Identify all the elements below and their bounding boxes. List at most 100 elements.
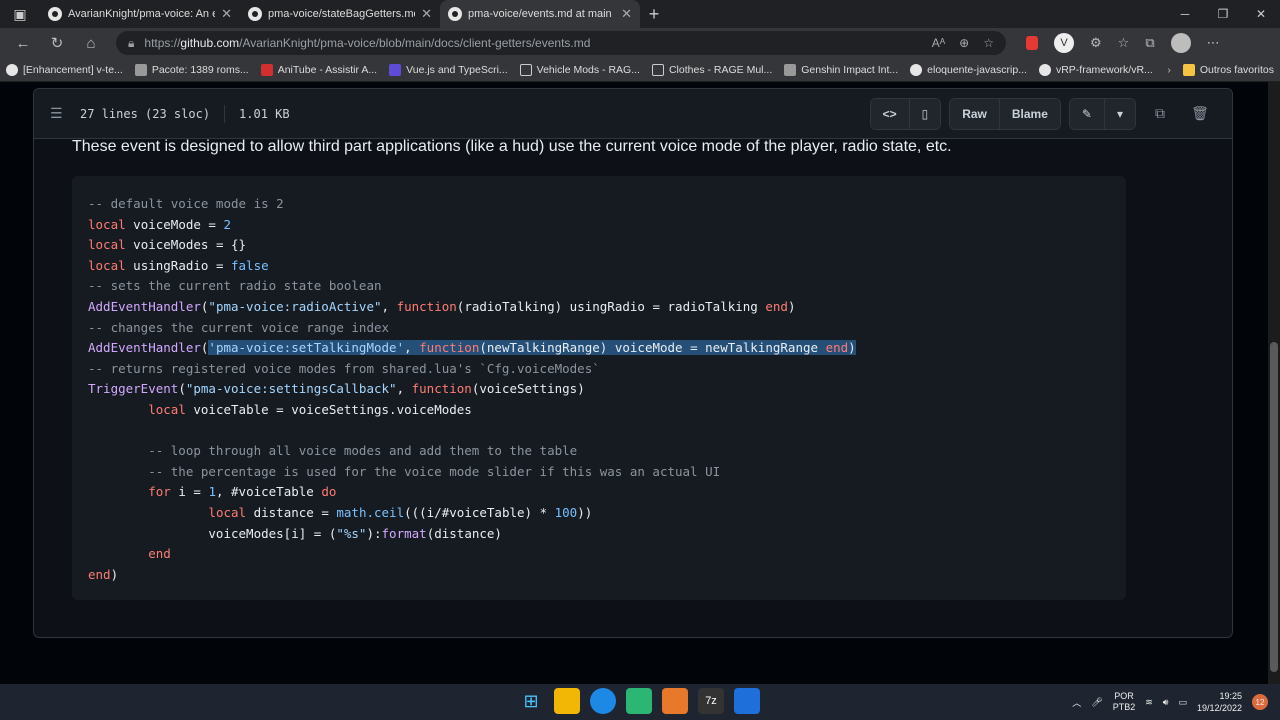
code-token: ))	[577, 504, 593, 520]
browser-tab-2[interactable]: pma-voice/stateBagGetters.md a ✕	[240, 0, 440, 28]
language-indicator[interactable]: POR PTB2	[1113, 691, 1136, 713]
profile-avatar[interactable]	[1170, 33, 1191, 53]
extension-v-icon[interactable]: V	[1054, 33, 1074, 53]
tab-actions-icon[interactable]: ▣	[0, 0, 40, 28]
code-line: for i = 1, #voiceTable do	[88, 482, 1110, 503]
code-line: end)	[88, 565, 1110, 586]
pencil-icon[interactable]: ✎	[1069, 98, 1104, 129]
close-tab-icon[interactable]: ✕	[621, 6, 632, 22]
code-token: usingRadio =	[125, 257, 231, 273]
description-text: These event is designed to allow third p…	[72, 138, 952, 155]
browser-tab-1[interactable]: AvarianKnight/pma-voice: An ea ✕	[40, 0, 240, 28]
page-icon	[651, 63, 664, 76]
code-line: -- sets the current radio state boolean	[88, 276, 1110, 297]
battery-icon[interactable]: ▭	[1178, 697, 1187, 708]
code-block[interactable]: -- default voice mode is 2 local voiceMod…	[72, 176, 1126, 600]
read-aloud-icon[interactable]: Aᴬ	[932, 36, 945, 50]
bookmark-item[interactable]: Vehicle Mods - RAG...	[519, 63, 640, 76]
chevron-down-icon[interactable]: ▾	[1103, 98, 1135, 129]
maximize-icon[interactable]: ❐	[1204, 0, 1242, 28]
code-token: end	[148, 546, 171, 562]
home-icon[interactable]: ⌂	[76, 30, 106, 56]
code-line: local voiceModes = {}	[88, 235, 1110, 256]
clock[interactable]: 19:25 19/12/2022	[1197, 690, 1242, 714]
raw-button[interactable]: Raw	[950, 98, 999, 129]
bookmark-item[interactable]: eloquente-javascrip...	[910, 63, 1027, 76]
file-lines-info: 27 lines (23 sloc)	[80, 106, 211, 121]
back-icon[interactable]: ←	[8, 30, 38, 56]
code-line: -- the percentage is used for the voice …	[88, 462, 1110, 483]
raw-blame-group: Raw Blame	[949, 97, 1061, 130]
vscode-icon[interactable]	[734, 688, 760, 714]
more-menu-icon[interactable]: ⋯	[1207, 35, 1220, 51]
code-token: voiceModes[i] = (	[88, 525, 337, 541]
code-view-icon[interactable]: <>	[870, 98, 909, 129]
close-tab-icon[interactable]: ✕	[221, 6, 232, 22]
volume-icon[interactable]: 🔊︎	[1163, 697, 1169, 708]
code-token: "pma-voice:settingsCallback"	[185, 381, 397, 397]
chevron-right-icon[interactable]: ›	[1167, 64, 1171, 76]
other-favorites[interactable]: Outros favoritos	[1182, 63, 1274, 76]
blame-button[interactable]: Blame	[998, 98, 1060, 129]
bookmark-item[interactable]: Pacote: 1389 roms...	[134, 63, 249, 76]
code-token: (distance)	[426, 525, 502, 541]
file-explorer-icon[interactable]	[554, 688, 580, 714]
favorites-icon[interactable]: ☆	[1118, 35, 1130, 51]
code-token: "%s"	[336, 525, 367, 541]
list-icon[interactable]: ☰	[50, 105, 66, 122]
bookmark-item[interactable]: Clothes - RAGE Mul...	[651, 63, 772, 76]
browser-tab-3-active[interactable]: pma-voice/events.md at main · A ✕	[440, 0, 640, 28]
code-token: voiceMode =	[125, 216, 224, 232]
close-window-icon[interactable]: ✕	[1242, 0, 1280, 28]
new-tab-button[interactable]: +	[640, 0, 668, 28]
code-token: (	[178, 381, 186, 397]
bookmark-item[interactable]: Vue.js and TypeScri...	[389, 63, 508, 76]
vue-icon	[389, 63, 402, 76]
url-bar[interactable]: 🔒︎ https://github.com/AvarianKnight/pma-…	[116, 31, 1006, 55]
code-token: ,	[404, 340, 420, 356]
preview-file-icon[interactable]: ▯	[908, 98, 941, 129]
code-token: end	[765, 298, 788, 314]
code-token: (newTalkingRange) voiceMode = newTalking…	[479, 340, 826, 356]
bookmark-item[interactable]: Genshin Impact Int...	[784, 63, 898, 76]
scrollbar-thumb[interactable]	[1270, 342, 1278, 672]
extensions-icon[interactable]: ⚙	[1090, 35, 1102, 51]
code-line: local voiceMode = 2	[88, 215, 1110, 236]
trash-icon[interactable]: 🗑︎	[1184, 99, 1216, 129]
refresh-icon[interactable]: ↻	[42, 30, 72, 56]
copy-icon[interactable]: ⧉	[1144, 99, 1176, 129]
minimize-icon[interactable]: ─	[1166, 0, 1204, 28]
zoom-icon[interactable]: ⊕	[959, 36, 969, 50]
notification-badge[interactable]: 12	[1252, 694, 1268, 710]
window-controls: ─ ❐ ✕	[1166, 0, 1280, 28]
code-token: end	[825, 340, 849, 356]
code-token: -- loop through all voice modes and add …	[88, 443, 578, 459]
code-token: (radioTalking) usingRadio = radioTalking	[456, 298, 766, 314]
page-content: ☰ 27 lines (23 sloc) 1.01 KB <> ▯ Raw Bl…	[0, 82, 1280, 684]
collections-icon[interactable]: ⧉	[1145, 35, 1154, 51]
bookmark-item[interactable]: [Enhancement] v-te...	[6, 63, 123, 76]
favorite-star-icon[interactable]: ☆	[983, 36, 994, 50]
bookmark-item[interactable]: vRP-framework/vR...	[1038, 63, 1153, 76]
close-tab-icon[interactable]: ✕	[421, 6, 432, 22]
code-token: 1	[208, 484, 216, 500]
wifi-icon[interactable]: ≋	[1145, 697, 1153, 708]
chevron-up-icon[interactable]: ︿	[1072, 696, 1081, 709]
code-token: )	[848, 340, 856, 356]
code-token: , #voiceTable	[215, 484, 322, 500]
windows-start-icon[interactable]: ⊞	[518, 688, 544, 714]
github-icon	[448, 7, 462, 21]
code-token: (((i/#voiceTable) *	[404, 504, 555, 520]
edge-icon[interactable]	[590, 688, 616, 714]
code-token: -- default voice mode is 2	[88, 196, 284, 211]
bookmark-item[interactable]: AniTube - Assistir A...	[260, 63, 377, 76]
code-token: for	[148, 484, 171, 500]
extension-red-icon[interactable]	[1026, 36, 1038, 50]
app-orange-icon[interactable]	[662, 688, 688, 714]
microphone-icon[interactable]: 🎤︎	[1091, 697, 1102, 708]
code-token: voiceTable = voiceSettings.voiceModes	[185, 401, 472, 417]
app-7zip-icon[interactable]: 7z	[698, 688, 724, 714]
app-green-icon[interactable]	[626, 688, 652, 714]
page-icon	[134, 63, 147, 76]
page-scrollbar[interactable]	[1268, 82, 1280, 684]
